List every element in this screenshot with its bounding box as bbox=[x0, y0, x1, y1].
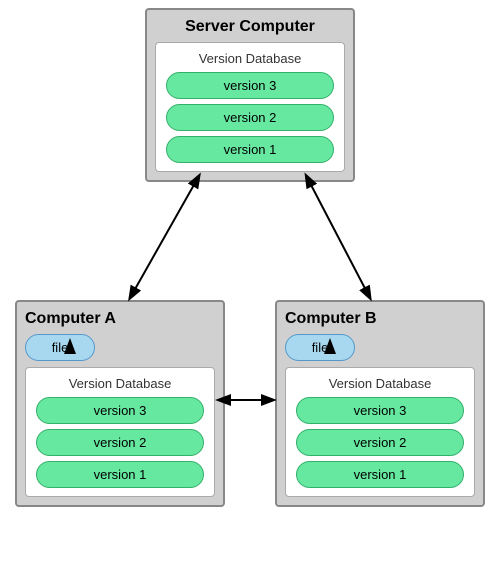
comp-b-version-2: version 2 bbox=[296, 429, 464, 456]
server-version-3: version 3 bbox=[166, 72, 334, 99]
server-title: Server Computer bbox=[155, 18, 345, 36]
comp-a-version-3: version 3 bbox=[36, 397, 204, 424]
computer-a-db-label: Version Database bbox=[36, 376, 204, 391]
computer-a-box: Computer A file Version Database version… bbox=[15, 300, 225, 507]
computer-a-file: file bbox=[25, 334, 95, 361]
comp-a-version-2: version 2 bbox=[36, 429, 204, 456]
diagram-container: Server Computer Version Database version… bbox=[0, 0, 500, 563]
comp-b-version-1: version 1 bbox=[296, 461, 464, 488]
computer-b-file: file bbox=[285, 334, 355, 361]
comp-a-version-1: version 1 bbox=[36, 461, 204, 488]
computer-b-inner-box: Version Database version 3 version 2 ver… bbox=[285, 367, 475, 497]
server-to-comp-b-arrow bbox=[310, 183, 370, 298]
computer-a-inner-box: Version Database version 3 version 2 ver… bbox=[25, 367, 215, 497]
server-inner-box: Version Database version 3 version 2 ver… bbox=[155, 42, 345, 172]
server-computer-box: Server Computer Version Database version… bbox=[145, 8, 355, 182]
computer-a-title: Computer A bbox=[25, 310, 215, 328]
server-to-comp-a-arrow bbox=[130, 183, 195, 298]
computer-b-db-label: Version Database bbox=[296, 376, 464, 391]
computer-b-box: Computer B file Version Database version… bbox=[275, 300, 485, 507]
server-db-label: Version Database bbox=[166, 51, 334, 66]
computer-b-title: Computer B bbox=[285, 310, 475, 328]
server-version-2: version 2 bbox=[166, 104, 334, 131]
comp-b-version-3: version 3 bbox=[296, 397, 464, 424]
server-version-1: version 1 bbox=[166, 136, 334, 163]
